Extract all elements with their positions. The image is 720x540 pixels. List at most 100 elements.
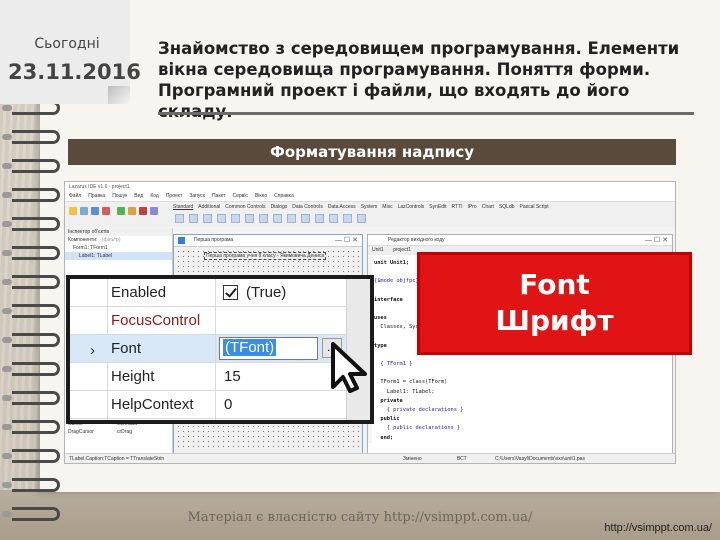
run-icon[interactable] [117,207,125,215]
component-icon[interactable] [273,214,282,223]
spiral-ring [2,333,60,347]
component-tab[interactable]: Data Access [328,204,356,210]
spiral-ring [2,275,60,289]
form-window-controls[interactable]: — ☐ ✕ [335,236,358,244]
editor-title: Редактор вихідного коду [368,235,672,246]
component-icon[interactable] [287,214,296,223]
menu-item[interactable]: Сервіс [232,193,247,200]
section-banner: Форматування надпису [68,139,676,165]
ide-title-bar: Lazarus IDE v1.6 - project1 [65,182,675,192]
component-icon[interactable] [217,214,226,223]
date-text: 23.11.2016 [8,60,141,84]
component-icon[interactable] [301,214,310,223]
component-icon[interactable] [329,214,338,223]
tree-item-form[interactable]: Form1: TForm1 [65,244,172,252]
component-icon[interactable] [203,214,212,223]
property-row-helpcontext[interactable]: HelpContext 0 [70,391,370,419]
open-icon[interactable] [80,207,88,215]
sticker-fold [108,86,130,104]
close-file-icon[interactable] [102,207,110,215]
menu-item[interactable]: Пакет [212,193,226,200]
spiral-ring [2,478,60,492]
component-icon[interactable] [175,214,184,223]
form-label-component[interactable]: Перша програма учня 8 класу - Якимовича … [204,252,327,260]
status-modified: Змінено [403,456,422,462]
menu-item[interactable]: Справка [274,193,294,200]
menu-item[interactable]: Правка [88,193,105,200]
component-icon[interactable] [357,214,366,223]
editor-tab-project: project1 [393,247,411,253]
component-tab[interactable]: Standard [173,204,193,210]
component-tab[interactable]: LazControls [398,204,425,210]
editor-window-controls[interactable]: — ☐ ✕ [645,236,668,244]
menu-item[interactable]: Проект [166,193,182,200]
inspector-filter: Компоненти: (фільтр) [65,236,172,244]
new-icon[interactable] [69,207,77,215]
zoomed-object-inspector: Enabled(True)FocusControl›Font(TFont)...… [66,275,374,424]
code-line: { public declarations } [374,425,461,432]
column-divider [215,279,216,420]
property-row-font[interactable]: ›Font(TFont)... [70,335,370,363]
enabled-checkbox[interactable] [223,285,238,300]
selected-value-text: (TFont) [223,339,277,356]
component-icon[interactable] [343,214,352,223]
component-tab[interactable]: Misc [382,204,392,210]
font-value-input[interactable]: (TFont) [219,337,318,360]
save-icon[interactable] [91,207,99,215]
filter-input[interactable]: (фільтр) [102,237,121,243]
menu-item[interactable]: Файл [69,193,81,200]
component-palette [175,214,366,223]
component-tab[interactable]: Chart [482,204,494,210]
tree-item-label[interactable]: Label1: TLabel [65,252,172,260]
stop-icon[interactable] [139,207,147,215]
code-line: private [374,397,403,404]
component-tab[interactable]: Dialogs [271,204,288,210]
component-tab[interactable]: Common Controls [225,204,265,210]
component-tab[interactable]: SQLdb [499,204,515,210]
menu-item[interactable]: Вид [134,193,143,200]
component-tab[interactable]: SynEdit [429,204,446,210]
component-tab[interactable]: RTTI [452,204,463,210]
code-line: public [374,416,400,423]
spiral-ring [2,304,60,318]
menu-item[interactable]: Вікно [255,193,267,200]
expand-arrow-icon[interactable]: › [90,342,95,359]
component-icon[interactable] [315,214,324,223]
property-row-enabled[interactable]: Enabled (True) [70,279,370,307]
slide-heading: Знайомство з середовищем програмування. … [158,39,680,121]
code-line: TForm1 = class(TForm) [374,379,448,386]
property-row-focuscontrol[interactable]: FocusControl [70,307,370,335]
callout-line-1: Font [519,268,590,301]
status-insert: ВСТ [457,456,467,462]
step-icon[interactable] [150,207,158,215]
component-tab[interactable]: Additional [198,204,220,210]
spiral-ring [2,217,60,231]
component-tab[interactable]: System [361,204,378,210]
component-tab[interactable]: Data Controls [292,204,323,210]
component-icon[interactable] [245,214,254,223]
today-label: Сьогодні [34,36,100,52]
status-path: C:\Users\Vasyl\Documents\xxx\unit1.pas [495,456,585,462]
property-row-height[interactable]: Height 15 [70,363,370,391]
menu-item[interactable]: Запуск [189,193,205,200]
component-icon[interactable] [189,214,198,223]
component-icon[interactable] [259,214,268,223]
component-tab[interactable]: Pascal Script [520,204,549,210]
ide-toolbar: Standard Additional Common Controls Dialogs… [65,201,675,227]
component-tab[interactable]: IPro [468,204,477,210]
font-callout: Font Шрифт [417,252,692,355]
ide-menu-bar: Файл Правка Пошук Вид Код Проект Запуск Пакет Се… [65,192,675,201]
menu-item[interactable]: Пошук [112,193,127,200]
site-link[interactable]: http://vsimppt.com.ua/ [604,522,712,534]
spiral-ring [2,362,60,376]
component-icon[interactable] [231,214,240,223]
property-row[interactable]: DragCursor crDrag [65,428,173,436]
heading-rule [158,112,694,115]
code-line: end; [374,434,394,441]
code-line: { private declarations } [374,407,464,413]
pause-icon[interactable] [128,207,136,215]
property-value: 0 [224,396,233,413]
menu-item[interactable]: Код [150,193,159,200]
